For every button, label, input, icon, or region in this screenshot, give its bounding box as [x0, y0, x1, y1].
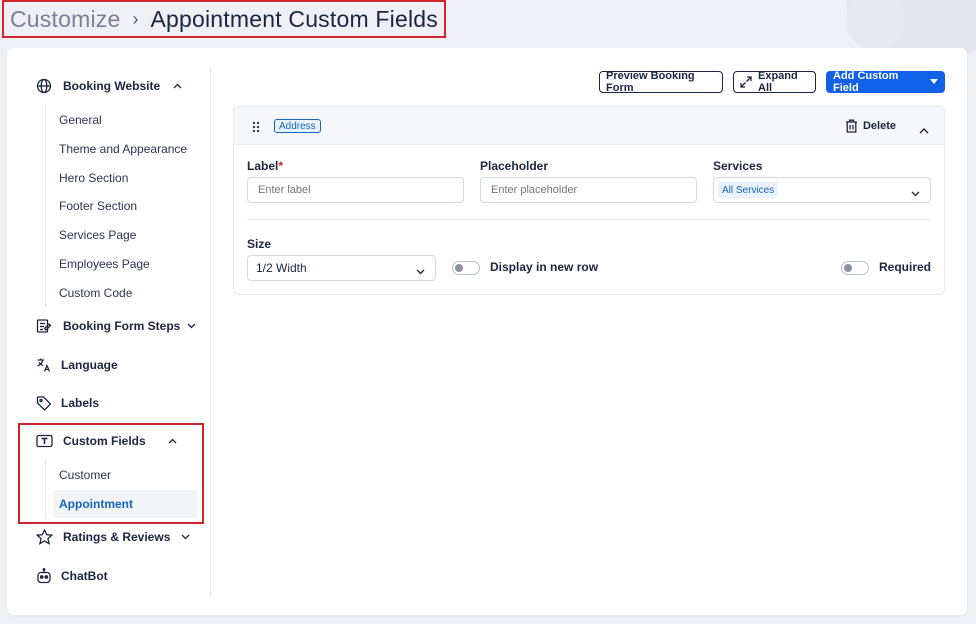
button-label: Delete [862, 120, 896, 132]
selected-service-chip: All Services [718, 182, 779, 198]
expand-all-button[interactable]: Expand All [733, 70, 816, 94]
chevron-down-icon [416, 264, 425, 278]
sidebar-item-label: Language [61, 358, 118, 372]
sidebar-item-label: Labels [61, 396, 100, 410]
breadcrumb: Customize › Appointment Custom Fields [2, 0, 446, 38]
star-icon [35, 528, 53, 546]
chevron-down-icon [186, 321, 196, 331]
highlight-annotation [18, 423, 204, 524]
sidebar-subitem-hero-section[interactable]: Hero Section [53, 164, 197, 192]
services-select[interactable]: All Services [713, 177, 931, 203]
button-label: Preview Booking Form [606, 70, 695, 94]
translate-icon [35, 356, 53, 374]
delete-field-button[interactable]: Delete [845, 119, 896, 133]
sidebar-subitem-theme-appearance[interactable]: Theme and Appearance [53, 135, 197, 163]
preview-booking-form-button[interactable]: Preview Booking Form [599, 70, 723, 94]
drag-handle-icon[interactable] [252, 120, 260, 138]
display-new-row-toggle[interactable] [452, 261, 480, 275]
sidebar-subitem-footer-section[interactable]: Footer Section [53, 192, 197, 220]
page-title: Appointment Custom Fields [150, 5, 438, 32]
sidebar-item-label: Booking Form Steps [63, 319, 181, 333]
placeholder-input[interactable] [480, 177, 697, 203]
sidebar-item-ratings-reviews[interactable]: Ratings & Reviews [35, 528, 190, 546]
robot-icon [35, 567, 53, 585]
sidebar-item-chatbot[interactable]: ChatBot [35, 567, 108, 585]
chevron-up-icon [172, 81, 182, 91]
globe-icon [35, 77, 53, 95]
size-field-label: Size [247, 237, 272, 251]
sidebar-subitem-custom-code[interactable]: Custom Code [53, 279, 197, 307]
label-field-label: Label* [247, 159, 283, 173]
sidebar-subitem-general[interactable]: General [53, 106, 197, 134]
sidebar-item-booking-website[interactable]: Booking Website [35, 77, 182, 95]
sidebar-item-label: Ratings & Reviews [63, 530, 171, 544]
expand-icon [740, 76, 752, 88]
sidebar-subitem-employees-page[interactable]: Employees Page [53, 250, 197, 278]
content-panel: Booking Website General Theme and Appear… [7, 48, 967, 615]
size-select-value: 1/2 Width [256, 261, 307, 275]
sidebar-item-labels[interactable]: Labels [35, 394, 99, 412]
sidebar: Booking Website General Theme and Appear… [7, 68, 211, 596]
custom-field-card: Address Delete Label* Placeholder Servic… [233, 106, 945, 295]
add-custom-field-button[interactable]: Add Custom Field [826, 70, 945, 94]
required-label: Required [879, 260, 932, 274]
label-text: Label [247, 159, 279, 173]
button-label: Add Custom Field [833, 70, 899, 94]
trash-icon [845, 119, 858, 133]
toggle-knob [844, 264, 852, 272]
label-input[interactable] [247, 177, 464, 203]
field-type-tag: Address [274, 119, 321, 133]
breadcrumb-parent-link[interactable]: Customize [10, 6, 120, 33]
placeholder-field-label: Placeholder [480, 159, 549, 173]
sidebar-item-booking-form-steps[interactable]: Booking Form Steps [35, 317, 196, 335]
toggle-knob [455, 264, 463, 272]
services-field-label: Services [713, 159, 763, 173]
submenu-guide-line [45, 104, 46, 307]
button-label: Expand All [758, 70, 798, 94]
caret-down-icon [930, 79, 938, 85]
sidebar-subitem-services-page[interactable]: Services Page [53, 221, 197, 249]
form-steps-icon [35, 317, 53, 335]
tag-icon [35, 394, 53, 412]
required-toggle[interactable] [841, 261, 869, 275]
display-new-row-label: Display in new row [490, 260, 599, 274]
size-select[interactable]: 1/2 Width [247, 255, 436, 281]
collapse-card-button[interactable] [919, 121, 929, 139]
chevron-down-icon [180, 532, 190, 542]
sidebar-item-language[interactable]: Language [35, 356, 118, 374]
divider [247, 219, 931, 220]
breadcrumb-separator: › [132, 9, 139, 29]
chevron-down-icon [911, 186, 920, 200]
required-asterisk: * [278, 159, 284, 173]
sidebar-item-label: ChatBot [61, 569, 108, 583]
sidebar-item-label: Booking Website [63, 79, 161, 93]
card-header: Address Delete [234, 107, 944, 145]
